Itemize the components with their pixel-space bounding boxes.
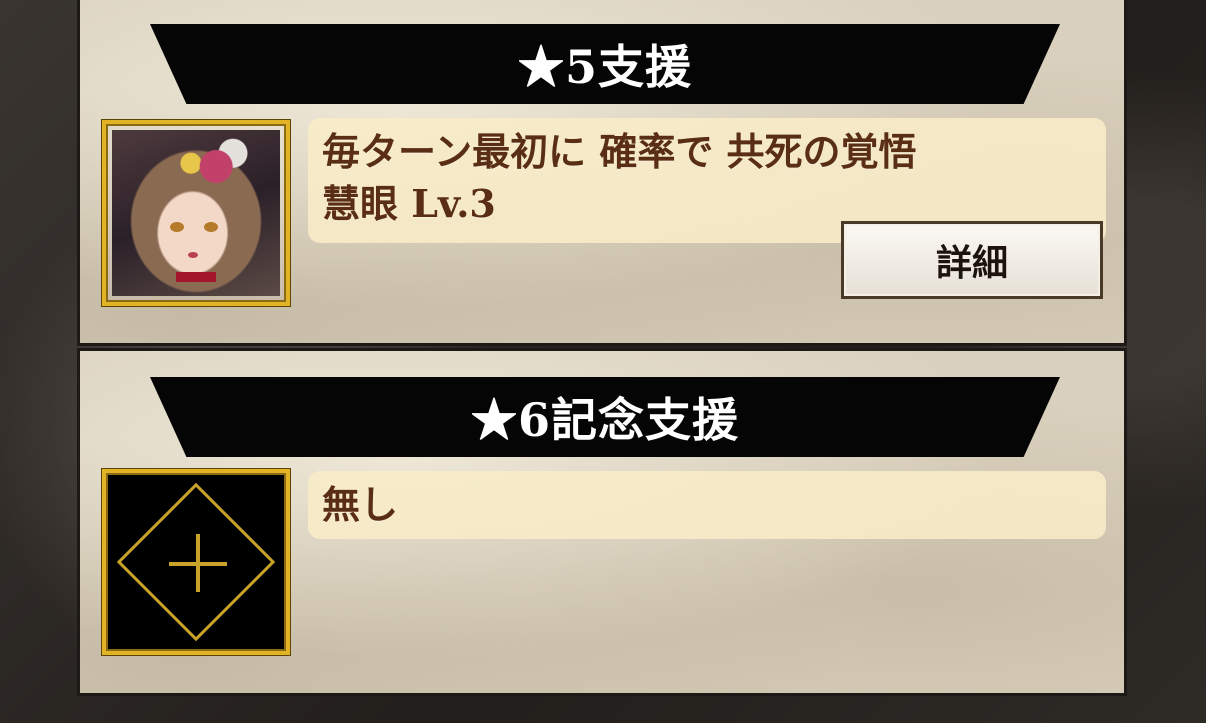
star5-support-slot[interactable] <box>102 120 290 306</box>
star6-support-title: ★6記念支援 <box>470 393 739 447</box>
portrait-eye-right <box>204 222 218 232</box>
portrait-mouth <box>188 252 198 258</box>
character-portrait <box>112 130 280 296</box>
detail-button[interactable]: 詳細 <box>841 221 1103 299</box>
star6-support-banner: ★6記念支援 <box>150 377 1060 457</box>
plus-icon-vertical <box>196 534 200 592</box>
empty-text: 無し <box>322 482 399 527</box>
star5-support-banner: ★5支援 <box>150 24 1060 104</box>
star5-support-panel: ★5支援 毎ターン最初に 確率で 共死の覚悟 慧眼 Lv.3 詳細 <box>77 0 1127 346</box>
portrait-eye-left <box>170 222 184 232</box>
star6-skill-info: 無し <box>308 471 1106 539</box>
portrait-ribbon <box>176 272 216 282</box>
star6-support-empty-slot[interactable] <box>102 469 290 655</box>
star6-support-panel: ★6記念支援 無し <box>77 348 1127 696</box>
skill-effect-text: 毎ターン最初に 確率で 共死の覚悟 <box>322 129 917 174</box>
star5-support-title: ★5支援 <box>517 40 692 94</box>
